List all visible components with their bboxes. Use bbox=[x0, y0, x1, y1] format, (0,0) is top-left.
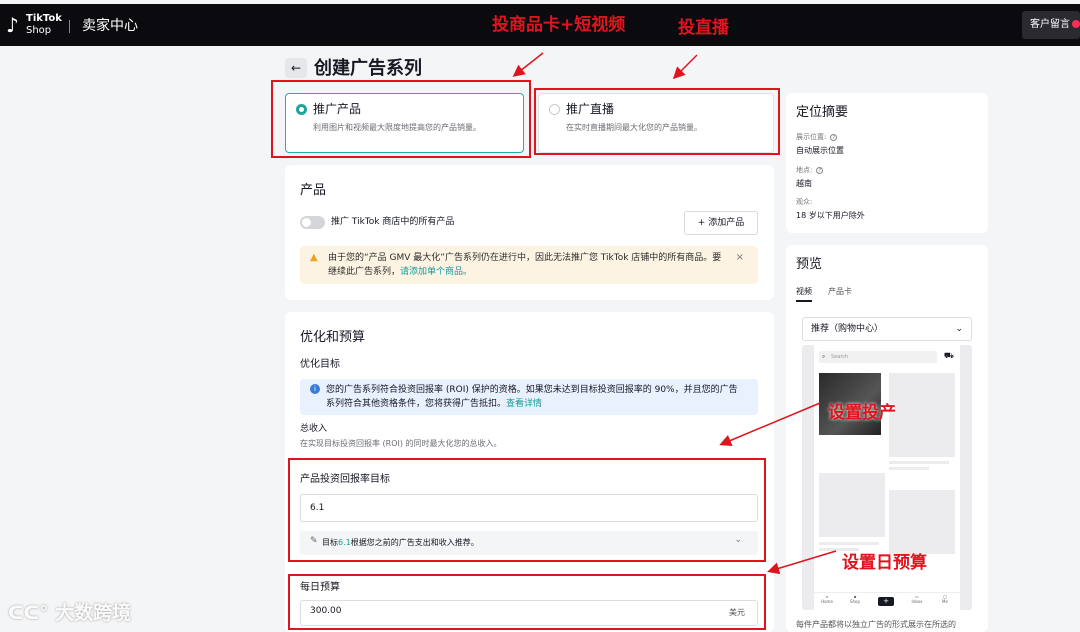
placeholder-line bbox=[819, 548, 859, 551]
annotation-box-budget bbox=[288, 574, 766, 630]
select-value: 推荐（购物中心） bbox=[811, 324, 884, 334]
annotation-roi: 设置投产 bbox=[828, 403, 896, 423]
nav-me: ◯ Me bbox=[942, 594, 948, 604]
page-title: 创建广告系列 bbox=[314, 58, 422, 79]
service-label: 客户留言 bbox=[1030, 19, 1070, 30]
product-tile bbox=[889, 373, 955, 457]
brand-top: TikTok bbox=[26, 13, 62, 24]
add-single-product-link[interactable]: 请添加单个商品。 bbox=[400, 267, 472, 277]
placement-label: 展示位置: bbox=[796, 133, 827, 141]
add-product-button[interactable]: + 添加产品 bbox=[684, 211, 758, 235]
nav-plus-icon: + bbox=[878, 597, 894, 606]
view-details-link[interactable]: 查看详情 bbox=[506, 399, 542, 409]
search-placeholder: Search bbox=[831, 354, 849, 360]
annotation-live: 投直播 bbox=[678, 18, 729, 38]
arrow-left-icon: ← bbox=[290, 61, 302, 75]
warning-banner: ▲ 由于您的“产品 GMV 最大化”广告系列仍在进行中，因此无法推广您 TikT… bbox=[300, 246, 758, 284]
watermark-text: 大数跨境 bbox=[55, 602, 132, 624]
arrow-product-card bbox=[512, 52, 544, 77]
location-value: 越南 bbox=[796, 179, 812, 188]
watermark: ᑕᑕ° 大数跨境 bbox=[8, 598, 131, 625]
customer-message-button[interactable]: 客户留言 bbox=[1022, 11, 1080, 39]
total-revenue-label: 总收入 bbox=[300, 424, 328, 434]
tab-video[interactable]: 视频 bbox=[796, 286, 812, 302]
annotation-box-products bbox=[271, 80, 531, 158]
warning-text: 由于您的“产品 GMV 最大化”广告系列仍在进行中，因此无法推广您 TikTok… bbox=[328, 253, 722, 277]
annotation-box-live bbox=[534, 88, 780, 155]
annotation-box-roi bbox=[288, 458, 766, 562]
placement-select[interactable]: 推荐（购物中心） ⌄ bbox=[802, 317, 972, 341]
budget-title: 优化和预算 bbox=[300, 330, 366, 345]
divider bbox=[69, 20, 70, 33]
search-icon: ⌕ bbox=[822, 353, 826, 360]
phone-nav-bar: ⌂ Home ▪ Shop + ▭ Inbox ◯ Me bbox=[814, 592, 960, 610]
nav-inbox: ▭ Inbox bbox=[911, 594, 923, 604]
tiktok-shop-logo[interactable]: ♪ TikTok Shop bbox=[6, 13, 62, 39]
roi-info-banner: i 您的广告系列符合投资回报率 (ROI) 保护的资格。如果您未达到目标投资回报… bbox=[300, 379, 758, 415]
product-tile bbox=[819, 473, 885, 537]
close-icon[interactable]: × bbox=[736, 252, 744, 263]
placeholder-line bbox=[889, 467, 929, 470]
summary-title: 定位摘要 bbox=[796, 105, 849, 120]
products-title: 产品 bbox=[300, 183, 327, 198]
goal-label: 优化目标 bbox=[300, 359, 340, 370]
total-revenue-desc: 在实现目标投资回报率 (ROI) 的同时最大化您的总收入。 bbox=[300, 439, 502, 448]
location-label: 地点: bbox=[796, 166, 813, 174]
annotation-product-card: 投商品卡+短视频 bbox=[492, 15, 626, 35]
placeholder-line bbox=[819, 542, 879, 545]
info-icon: i bbox=[310, 384, 320, 394]
preview-title: 预览 bbox=[796, 257, 823, 272]
tab-product-card[interactable]: 产品卡 bbox=[828, 286, 852, 297]
toggle-label: 推广 TikTok 商店中的所有产品 bbox=[331, 217, 455, 227]
question-icon[interactable]: ? bbox=[816, 166, 824, 174]
placeholder-line bbox=[889, 461, 949, 464]
chevron-down-icon: ⌄ bbox=[955, 324, 963, 334]
portal-title: 卖家中心 bbox=[82, 18, 138, 34]
all-products-toggle[interactable] bbox=[300, 216, 325, 229]
nav-home: ⌂ Home bbox=[821, 594, 833, 604]
annotation-budget: 设置日预算 bbox=[842, 553, 927, 573]
brand-bottom: Shop bbox=[26, 25, 52, 36]
warning-icon: ▲ bbox=[310, 252, 318, 263]
cart-icon: ⛟ bbox=[943, 351, 954, 360]
nav-shop: ▪ Shop bbox=[849, 594, 861, 604]
product-tile bbox=[889, 490, 955, 554]
back-button[interactable]: ← bbox=[285, 58, 307, 78]
watermark-logo-icon: ᑕᑕ° bbox=[8, 602, 49, 624]
preview-footnote: 每件产品都将以独立广告的形式展示在所选的 bbox=[796, 620, 956, 629]
arrow-live bbox=[672, 54, 698, 80]
tiktok-note-icon: ♪ bbox=[6, 13, 19, 37]
phone-search-bar: ⌕ Search bbox=[819, 351, 937, 363]
audience-value: 18 岁以下用户除外 bbox=[796, 211, 865, 220]
placement-value: 自动展示位置 bbox=[796, 146, 844, 155]
question-icon[interactable]: ? bbox=[830, 133, 838, 141]
audience-label: 观众: bbox=[796, 198, 813, 206]
notification-dot-icon bbox=[1072, 20, 1080, 28]
